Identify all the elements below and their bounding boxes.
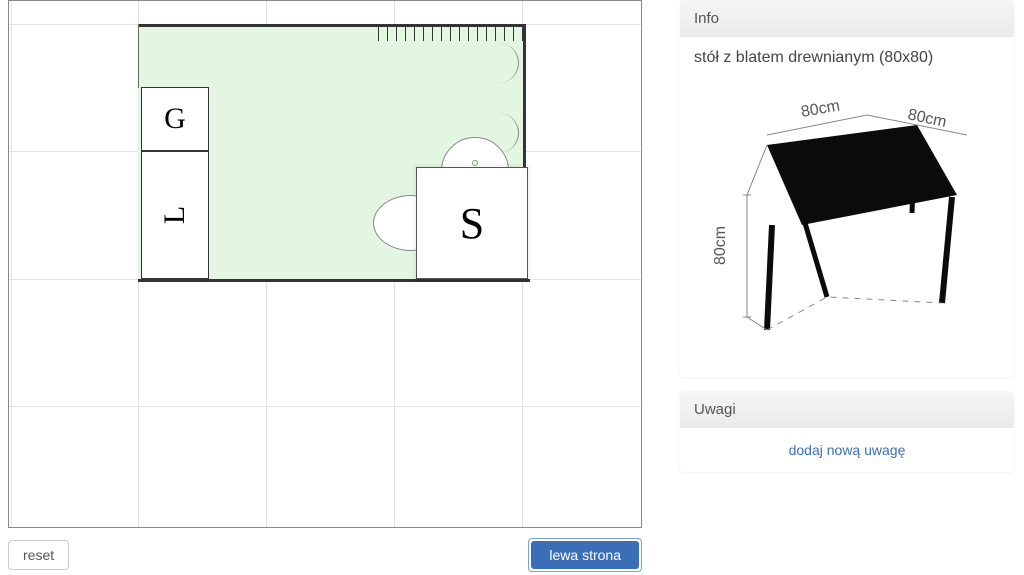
door-arc-icon [479, 43, 519, 83]
block-label: L [158, 206, 192, 224]
info-header: Info [680, 0, 1014, 37]
block-label: S [460, 198, 484, 249]
dim-height: 80cm [712, 226, 729, 265]
selected-item-title: stół z blatem drewnianym (80x80) [694, 49, 1000, 67]
info-panel: Info stół z blatem drewnianym (80x80) [680, 0, 1014, 377]
table-s[interactable]: S [416, 167, 528, 279]
block-l[interactable]: L [141, 151, 209, 279]
block-label: G [164, 102, 186, 136]
table-preview-icon: 80cm 80cm 80cm [707, 85, 987, 355]
reset-button[interactable]: reset [8, 540, 69, 570]
ruler-icon [378, 27, 523, 41]
notes-panel: Uwagi dodaj nową uwagę [680, 391, 1014, 472]
add-note-link[interactable]: dodaj nową uwagę [680, 428, 1014, 472]
block-g[interactable]: G [141, 87, 209, 151]
item-preview: 80cm 80cm 80cm [694, 75, 1000, 365]
left-side-button[interactable]: lewa strona [531, 541, 639, 569]
dim-width: 80cm [800, 97, 841, 121]
floorplan-canvas[interactable]: G L S [8, 0, 642, 528]
canvas-area: G L S reset lewa strona [0, 0, 660, 575]
notes-header: Uwagi [680, 391, 1014, 428]
